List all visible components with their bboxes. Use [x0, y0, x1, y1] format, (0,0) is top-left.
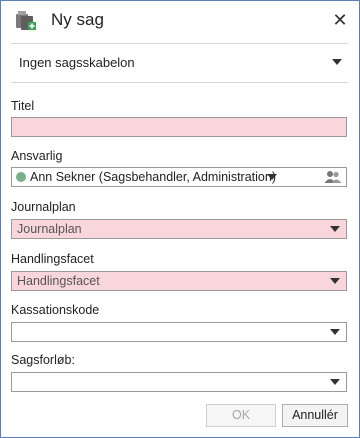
handlingsfacet-label: Handlingsfacet	[11, 252, 94, 266]
kassationskode-label: Kassationskode	[11, 303, 100, 317]
ok-button[interactable]: OK	[206, 404, 276, 427]
sagsforloeb-label: Sagsforløb:	[11, 353, 75, 367]
chevron-down-icon	[330, 226, 340, 232]
journalplan-dropdown[interactable]: Journalplan	[11, 219, 347, 239]
new-case-dialog: Ny sag ✕ Ingen sagsskabelon Titel Ansvar…	[0, 0, 360, 438]
close-icon[interactable]: ✕	[329, 9, 351, 31]
chevron-down-icon	[330, 379, 340, 385]
template-dropdown[interactable]: Ingen sagsskabelon	[11, 48, 348, 76]
handlingsfacet-placeholder: Handlingsfacet	[17, 274, 100, 288]
title-bar: Ny sag ✕	[1, 1, 359, 39]
template-dropdown-value: Ingen sagsskabelon	[19, 55, 135, 70]
chevron-down-icon	[330, 329, 340, 335]
ansvarlig-value: Ann Sekner (Sagsbehandler, Administratio…	[16, 170, 276, 184]
chevron-down-icon	[332, 59, 342, 65]
handlingsfacet-dropdown[interactable]: Handlingsfacet	[11, 271, 347, 291]
journalplan-label: Journalplan	[11, 200, 76, 214]
chevron-down-icon	[267, 174, 277, 180]
ansvarlig-label: Ansvarlig	[11, 149, 63, 163]
dialog-title: Ny sag	[51, 10, 104, 29]
chevron-down-icon	[330, 278, 340, 284]
sagsforloeb-dropdown[interactable]	[11, 372, 347, 392]
people-picker-icon[interactable]	[324, 170, 342, 184]
divider	[11, 82, 348, 83]
ansvarlig-dropdown[interactable]: Ann Sekner (Sagsbehandler, Administratio…	[11, 167, 347, 187]
cancel-button[interactable]: Annullér	[282, 404, 348, 427]
status-dot-icon	[16, 172, 26, 182]
journalplan-placeholder: Journalplan	[17, 222, 82, 236]
titel-input[interactable]	[11, 117, 347, 137]
divider	[11, 43, 348, 44]
new-case-icon	[16, 11, 36, 30]
ansvarlig-name: Ann Sekner (Sagsbehandler, Administratio…	[30, 170, 276, 184]
titel-label: Titel	[11, 99, 35, 113]
kassationskode-dropdown[interactable]	[11, 322, 347, 342]
